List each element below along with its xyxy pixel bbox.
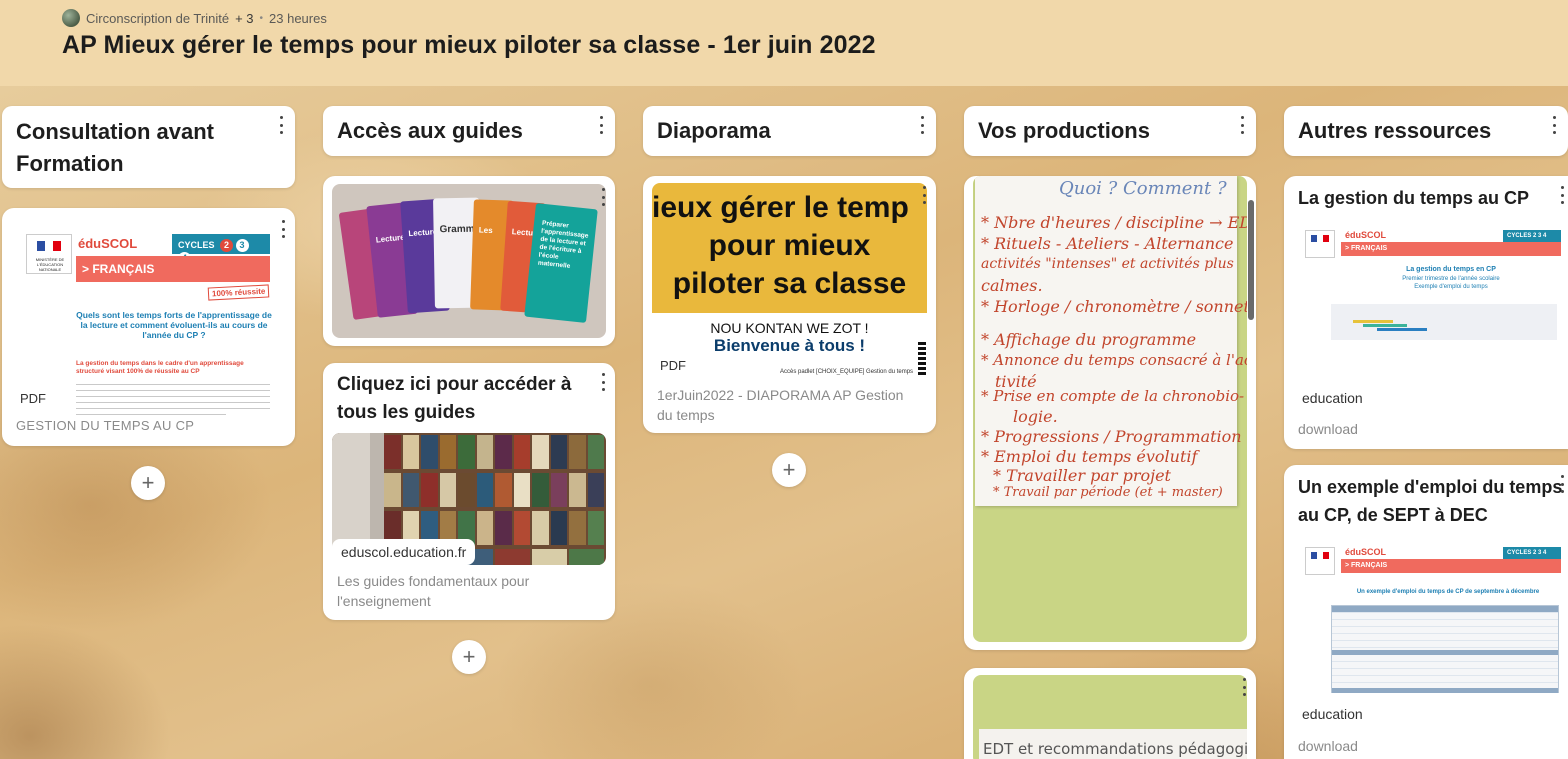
edt-poster-photo: EDT et recommandations pédagogiques xyxy=(973,675,1247,759)
post-caption: 1erJuin2022 - DIAPORAMA AP Gestion du te… xyxy=(657,387,904,423)
owner-avatar[interactable] xyxy=(62,9,80,27)
column-header-guides: Accès aux guides xyxy=(323,106,615,156)
post-menu-icon[interactable] xyxy=(1556,186,1568,204)
column-title: Accès aux guides xyxy=(337,118,523,143)
link-source-badge: education xyxy=(1293,702,1372,726)
link-source-badge: education xyxy=(1293,386,1372,410)
post-caption: GESTION DU TEMPS AU CP xyxy=(16,418,195,433)
post-menu-icon[interactable] xyxy=(1556,475,1568,493)
doc-preview: éduSCOL CYCLES 2 3 4 > FRANÇAIS Un exemp… xyxy=(1293,543,1568,728)
column-menu-icon[interactable] xyxy=(1548,116,1560,134)
page-title: AP Mieux gérer le temps pour mieux pilot… xyxy=(62,31,876,59)
link-source-badge: eduscol.education.fr xyxy=(332,539,476,565)
column-header-consultation: Consultation avant Formation xyxy=(2,106,295,188)
file-type-badge: PDF xyxy=(652,352,694,379)
column-title: Consultation avant Formation xyxy=(16,119,215,176)
slide-preview: ieux gérer le temp pour mieux piloter sa… xyxy=(652,183,927,383)
doc-heading: Quels sont les temps forts de l'apprenti… xyxy=(76,310,272,340)
timetable-preview xyxy=(1331,605,1559,693)
guides-photo: Lecture Lecture Grammaire Les Lecture Pr… xyxy=(332,184,606,338)
post-menu-icon[interactable] xyxy=(597,373,609,391)
column-header-ressources: Autres ressources xyxy=(1284,106,1568,156)
post-link-guides[interactable]: Cliquez ici pour accéder à tous les guid… xyxy=(323,363,615,620)
post-poster-photo[interactable]: Quoi ? Comment ? * Nbre d'heures / disci… xyxy=(964,176,1256,650)
post-menu-icon[interactable] xyxy=(597,188,609,206)
meta-separator: • xyxy=(259,12,264,24)
column-title: Autres ressources xyxy=(1298,118,1492,143)
last-updated: 23 heures xyxy=(269,10,327,26)
download-link[interactable]: download xyxy=(1298,736,1358,756)
column-menu-icon[interactable] xyxy=(595,116,607,134)
column-title: Vos productions xyxy=(978,118,1150,143)
post-diaporama[interactable]: ieux gérer le temp pour mieux piloter sa… xyxy=(643,176,936,433)
post-title: La gestion du temps au CP xyxy=(1298,188,1530,208)
post-guides-photo[interactable]: Lecture Lecture Grammaire Les Lecture Pr… xyxy=(323,176,615,346)
post-gestion-temps-cp[interactable]: MINISTÈRE DE L'ÉDUCATION NATIONALE éduSC… xyxy=(2,208,295,446)
post-menu-icon[interactable] xyxy=(918,186,930,204)
owner-name[interactable]: Circonscription de Trinité xyxy=(86,11,229,26)
poster-photo: Quoi ? Comment ? * Nbre d'heures / disci… xyxy=(973,176,1247,642)
column-title: Diaporama xyxy=(657,118,771,143)
francais-banner: > FRANÇAIS xyxy=(76,256,270,282)
post-edt-photo[interactable]: EDT et recommandations pédagogiques xyxy=(964,668,1256,759)
qr-code-icon xyxy=(918,341,926,375)
add-post-button[interactable]: + xyxy=(452,640,486,674)
post-emploi-temps-link[interactable]: Un exemple d'emploi du temps au CP, de S… xyxy=(1284,465,1568,759)
padlet-meta: Circonscription de Trinité + 3 • 23 heur… xyxy=(62,9,327,27)
download-link[interactable]: download xyxy=(1298,419,1358,439)
column-header-diaporama: Diaporama xyxy=(643,106,936,156)
file-type-badge: PDF xyxy=(12,386,54,411)
column-header-productions: Vos productions xyxy=(964,106,1256,156)
doc-red-text: La gestion du temps dans le cadre d'un a… xyxy=(76,360,244,375)
cycles-badge: CYCLES 2 3 4 xyxy=(172,234,270,265)
post-description: Les guides fondamentaux pour l'enseignem… xyxy=(337,573,530,609)
post-menu-icon[interactable] xyxy=(277,220,289,238)
republique-logo: MINISTÈRE DE L'ÉDUCATION NATIONALE xyxy=(26,234,72,274)
post-title: Cliquez ici pour accéder à tous les guid… xyxy=(337,374,572,423)
eduscol-brand: éduSCOL xyxy=(78,236,138,251)
add-post-button[interactable]: + xyxy=(131,466,165,500)
scrollbar[interactable] xyxy=(1248,200,1254,320)
doc-preview: éduSCOL CYCLES 2 3 4 > FRANÇAIS La gesti… xyxy=(1293,224,1568,410)
column-menu-icon[interactable] xyxy=(916,116,928,134)
stamp: 100% réussite xyxy=(207,284,270,301)
add-post-button[interactable]: + xyxy=(772,453,806,487)
padlet-header: Circonscription de Trinité + 3 • 23 heur… xyxy=(0,0,1568,86)
post-title: Un exemple d'emploi du temps au CP, de S… xyxy=(1298,477,1563,525)
post-gestion-temps-link[interactable]: La gestion du temps au CP éduSCOL CYCLES… xyxy=(1284,176,1568,449)
post-menu-icon[interactable] xyxy=(1238,678,1250,696)
column-menu-icon[interactable] xyxy=(275,116,287,134)
column-menu-icon[interactable] xyxy=(1236,116,1248,134)
contributors-count[interactable]: + 3 xyxy=(235,11,253,26)
